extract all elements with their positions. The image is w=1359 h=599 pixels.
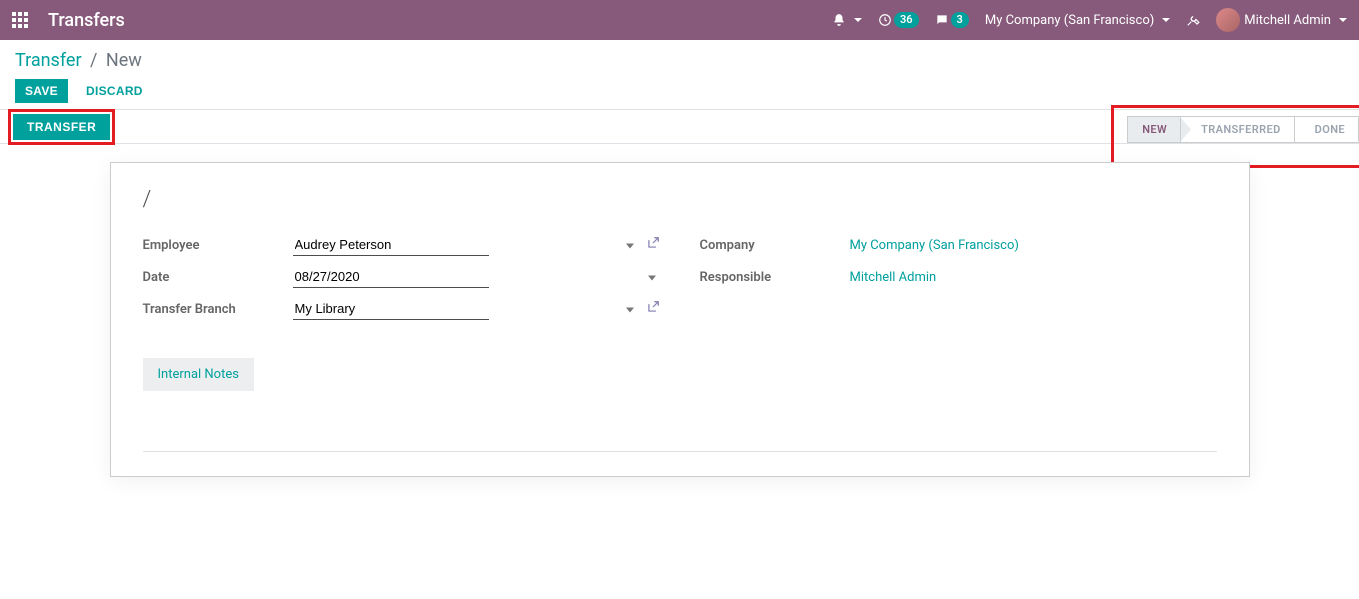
- topbar: Transfers 36 3 My Company (San Francisco…: [0, 0, 1359, 40]
- chat-icon: [935, 13, 949, 27]
- record-title: /: [143, 187, 1217, 212]
- status-bar: New Transferred Done: [1128, 116, 1359, 143]
- company-name: My Company (San Francisco): [985, 13, 1154, 28]
- notifications-button[interactable]: [832, 13, 862, 27]
- label-company: Company: [700, 238, 850, 253]
- label-branch: Transfer Branch: [143, 302, 293, 317]
- bell-icon: [832, 13, 846, 27]
- company-switcher[interactable]: My Company (San Francisco): [985, 13, 1170, 28]
- save-button[interactable]: Save: [15, 79, 68, 103]
- date-field[interactable]: [293, 266, 489, 288]
- apps-icon[interactable]: [12, 12, 28, 28]
- action-bar: Transfer New Transferred Done: [0, 110, 1359, 144]
- employee-external-link[interactable]: [646, 236, 660, 254]
- tools-icon: [1186, 13, 1200, 27]
- employee-field[interactable]: [293, 234, 489, 256]
- label-employee: Employee: [143, 238, 293, 253]
- discard-button[interactable]: Discard: [76, 79, 153, 103]
- external-link-icon: [646, 236, 660, 250]
- breadcrumb-root[interactable]: Transfer: [15, 50, 82, 71]
- activities-badge: 36: [894, 12, 919, 28]
- breadcrumb: Transfer / New: [15, 50, 1344, 71]
- breadcrumb-sep: /: [90, 50, 97, 71]
- settings-button[interactable]: [1186, 13, 1200, 27]
- user-name: Mitchell Admin: [1244, 13, 1331, 28]
- label-date: Date: [143, 270, 293, 285]
- app-title: Transfers: [48, 10, 125, 31]
- form-sheet: / Employee Date Transfer Branch: [110, 162, 1250, 477]
- company-value[interactable]: My Company (San Francisco): [850, 238, 1019, 253]
- activities-button[interactable]: 36: [878, 12, 919, 28]
- divider: [143, 451, 1217, 452]
- transfer-button[interactable]: Transfer: [13, 114, 110, 140]
- user-menu[interactable]: Mitchell Admin: [1216, 8, 1347, 32]
- responsible-value[interactable]: Mitchell Admin: [850, 270, 937, 285]
- messages-button[interactable]: 3: [935, 12, 969, 28]
- status-transferred[interactable]: Transferred: [1180, 116, 1295, 143]
- tab-internal-notes[interactable]: Internal Notes: [143, 358, 254, 391]
- clock-icon: [878, 13, 892, 27]
- tabs: Internal Notes: [143, 358, 1217, 391]
- status-new[interactable]: New: [1127, 116, 1181, 143]
- branch-external-link[interactable]: [646, 300, 660, 318]
- highlight-transfer: Transfer: [8, 109, 115, 145]
- label-responsible: Responsible: [700, 270, 850, 285]
- branch-field[interactable]: [293, 298, 489, 320]
- control-bar: Transfer / New Save Discard: [0, 40, 1359, 110]
- breadcrumb-current: New: [106, 50, 142, 71]
- avatar: [1216, 8, 1240, 32]
- external-link-icon: [646, 300, 660, 314]
- highlight-status: New Transferred Done: [1111, 105, 1359, 168]
- messages-badge: 3: [951, 12, 969, 28]
